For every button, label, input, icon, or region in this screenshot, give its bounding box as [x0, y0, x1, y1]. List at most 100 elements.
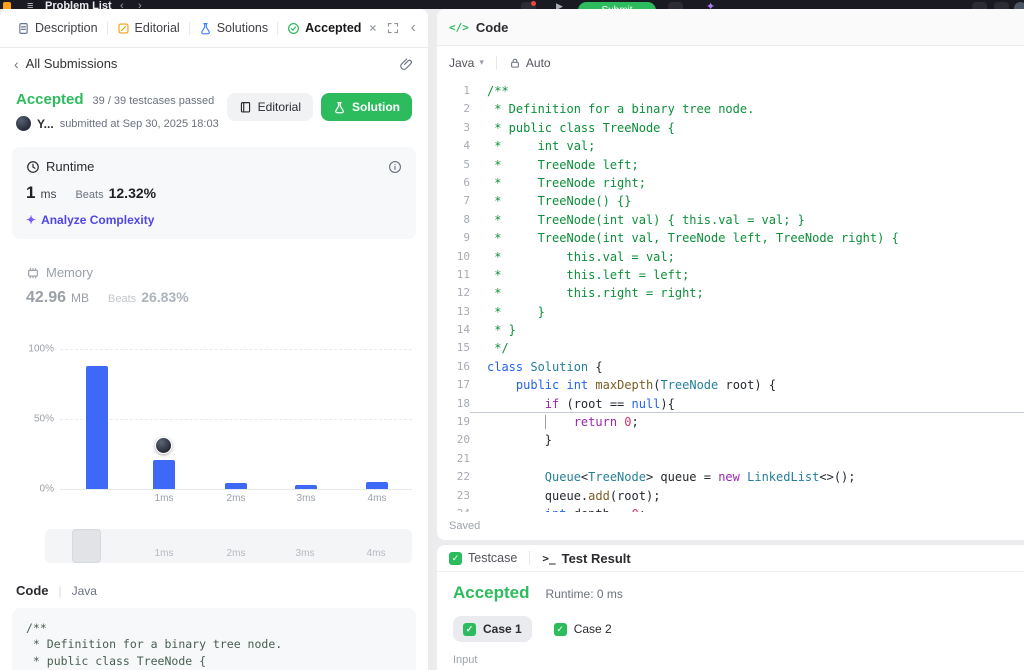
all-submissions-link[interactable]: ‹ All Submissions [0, 48, 428, 79]
code-line[interactable]: 5 * TreeNode left; [437, 156, 1024, 174]
code-section-title: Code [16, 583, 49, 598]
hamburger-icon[interactable]: ≡ [27, 0, 33, 9]
prev-problem-icon[interactable]: ‹ [120, 0, 124, 9]
gridline [60, 419, 412, 420]
line-number: 16 [456, 359, 470, 373]
code-line[interactable]: 2 * Definition for a binary tree node. [437, 100, 1024, 118]
analyze-complexity-link[interactable]: ✦ Analyze Complexity [26, 213, 402, 227]
tab-accepted[interactable]: Accepted × [278, 21, 385, 35]
runtime-bar[interactable] [295, 484, 317, 489]
code-icon: </> [449, 20, 469, 34]
code-preview[interactable]: /** * Definition for a binary tree node.… [12, 608, 416, 670]
submitted-at: submitted at Sep 30, 2025 18:03 [59, 117, 219, 130]
code-line[interactable]: 17 public int maxDepth(TreeNode root) { [437, 376, 1024, 394]
runtime-title: Runtime [46, 159, 95, 174]
layout-button[interactable] [972, 2, 987, 9]
expand-icon[interactable] [387, 22, 399, 34]
leetcode-logo[interactable] [3, 2, 11, 9]
line-number: 24 [437, 505, 470, 512]
memory-card[interactable]: Memory 42.96 MB Beats 26.83% [12, 253, 416, 319]
code-line[interactable]: 3 * public class TreeNode { [437, 119, 1024, 137]
runtime-bar[interactable] [153, 459, 175, 489]
code-line[interactable]: 19 return 0; [437, 413, 1024, 431]
tab-editorial[interactable]: Editorial [108, 21, 189, 35]
case-1-chip[interactable]: ✓ Case 1 [453, 616, 532, 642]
tab-description[interactable]: Description [8, 21, 107, 35]
author-name[interactable]: Y... [37, 117, 54, 131]
avatar[interactable] [16, 116, 31, 131]
description-icon [19, 22, 28, 34]
test-result-tab-label: Test Result [561, 550, 631, 566]
code-line[interactable]: 20 } [437, 431, 1024, 449]
paperclip-icon[interactable] [400, 57, 414, 71]
case-2-chip[interactable]: ✓ Case 2 [544, 616, 622, 642]
slider-handle[interactable] [72, 529, 101, 563]
editorial-icon [117, 22, 129, 34]
code-line[interactable]: 4 * int val; [437, 137, 1024, 155]
problem-list-link[interactable]: Problem List [45, 0, 112, 9]
code-line[interactable]: 23 queue.add(root); [437, 487, 1024, 505]
line-number: 21 [456, 451, 470, 465]
code-line[interactable]: 11 * this.left = left; [437, 266, 1024, 284]
slider-tick-label: 4ms [366, 548, 386, 559]
code-line[interactable]: 14 * } [437, 321, 1024, 339]
code-line[interactable]: 8 * TreeNode(int val) { this.val = val; … [437, 211, 1024, 229]
notes-button[interactable] [668, 2, 683, 9]
runtime-bar[interactable] [366, 482, 388, 489]
code-panel-title[interactable]: Code [476, 20, 509, 35]
slider-tick-label: 3ms [295, 548, 315, 559]
editor-footer: Saved [437, 512, 1024, 540]
runtime-card[interactable]: Runtime 1 ms Beats 12.32% ✦ Analyze Comp… [12, 147, 416, 239]
code-line[interactable]: 16 class Solution { [437, 358, 1024, 376]
runtime-slider[interactable]: 1ms 2ms 3ms 4ms [45, 529, 412, 563]
code-line[interactable]: 9 * TreeNode(int val, TreeNode left, Tre… [437, 229, 1024, 247]
code-editor-panel: </> Code Java ▾ Auto 1/** 2 * Definition … [437, 9, 1024, 540]
runtime-bar[interactable] [225, 483, 247, 489]
line-number: 6 [463, 175, 470, 189]
next-problem-icon[interactable]: › [138, 0, 142, 9]
left-tab-bar: Description Editorial Solutions Accepted… [0, 9, 428, 48]
code-line[interactable]: 13 * } [437, 303, 1024, 321]
code-line[interactable]: 24 int depth = 0; [437, 505, 1024, 512]
code-line[interactable]: 15 */ [437, 339, 1024, 357]
runtime-bar[interactable] [86, 365, 108, 489]
editor-lines[interactable]: 1/** 2 * Definition for a binary tree nod… [437, 79, 1024, 512]
code-line[interactable]: 6 * TreeNode right; [437, 174, 1024, 192]
tab-testcase[interactable]: ✓ Testcase [449, 551, 517, 565]
toolbar-divider [495, 55, 497, 70]
code-panel-header: </> Code [437, 9, 1024, 46]
auto-label: Auto [525, 55, 551, 70]
flask-icon [335, 101, 344, 113]
tab-test-result[interactable]: >_ Test Result [542, 551, 630, 566]
beats-label: Beats [75, 189, 104, 201]
editorial-button[interactable]: Editorial [226, 93, 313, 121]
runtime-value: 1 [26, 183, 36, 202]
code-line[interactable]: 22 Queue<TreeNode> queue = new LinkedLis… [437, 468, 1024, 486]
x-tick-label: 2ms [226, 493, 246, 504]
run-button[interactable]: ▶ [556, 1, 563, 9]
user-avatar-marker[interactable] [155, 436, 172, 454]
code-line[interactable]: 1/** [437, 82, 1024, 100]
chevron-down-icon: ▾ [479, 57, 484, 67]
line-number: 19 [456, 415, 470, 429]
code-line[interactable]: 21 [437, 450, 1024, 468]
ai-sparkle-icon[interactable]: ✦ [706, 0, 715, 9]
solution-button[interactable]: Solution [321, 93, 412, 121]
close-icon[interactable]: × [369, 21, 376, 35]
auto-toggle[interactable]: Auto [509, 56, 551, 70]
line-number: 3 [463, 120, 470, 134]
profile-avatar[interactable] [1014, 2, 1024, 9]
code-line[interactable]: 7 * TreeNode() {} [437, 192, 1024, 210]
code-line[interactable]: 12 * this.right = right; [437, 284, 1024, 302]
settings-button[interactable] [994, 2, 1009, 9]
tab-solutions[interactable]: Solutions [190, 21, 277, 35]
collapse-panel-icon[interactable]: ‹ [411, 19, 416, 37]
memory-beats-value: 26.83% [141, 289, 189, 305]
language-select[interactable]: Java ▾ [449, 56, 484, 70]
slider-tick-label: 2ms [226, 548, 246, 559]
submit-button[interactable]: Submit [578, 2, 656, 9]
code-line[interactable]: 10 * this.val = val; [437, 248, 1024, 266]
tab-label: Accepted [305, 21, 362, 35]
code-line[interactable]: 18 if (root == null){ [437, 395, 1024, 414]
info-icon[interactable] [388, 160, 402, 174]
